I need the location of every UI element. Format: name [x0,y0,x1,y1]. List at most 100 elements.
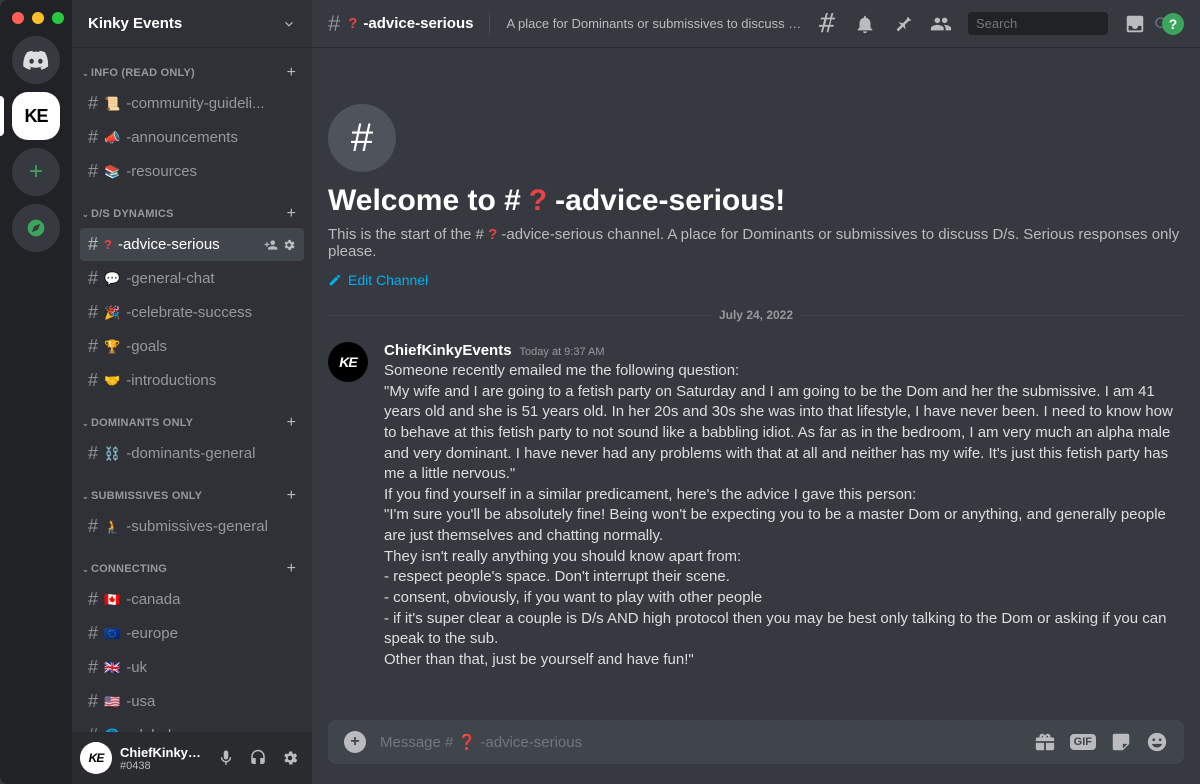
channel-item[interactable]: #📚-resources [80,155,304,188]
members-button[interactable] [930,13,952,35]
discord-logo-icon [23,50,49,70]
channel-label: -resources [126,163,296,180]
channel-item[interactable]: #🇺🇸-usa [80,685,304,718]
explore-servers-button[interactable] [12,204,60,252]
channel-item[interactable]: #⛓️-dominants-general [80,437,304,470]
category: ⌄ INFO (READ ONLY) + # 📜 -community-guideli.… [72,48,312,188]
channel-item[interactable]: #📣-announcements [80,121,304,154]
add-channel-button[interactable]: + [287,414,296,432]
channel-label: -community-guideli... [126,95,296,112]
channel-emoji-icon: 🤝 [104,373,120,389]
invite-icon[interactable] [264,238,278,252]
category-header[interactable]: ⌄ SUBMISSIVES ONLY+ [80,487,304,509]
hash-icon: # [88,268,98,289]
mute-button[interactable] [212,744,240,772]
divider [489,13,490,35]
channel-emoji-icon: 💬 [104,271,120,287]
user-tag: #0438 [120,760,204,772]
channel-emoji-icon: 📜 [104,96,120,112]
channel-item[interactable]: # 🇨🇦 -canada [80,583,304,616]
pinned-button[interactable] [892,13,914,35]
discord-home-button[interactable] [12,36,60,84]
channel-topic[interactable]: A place for Dominants or submissives to … [506,16,808,31]
user-avatar[interactable]: KE [80,742,112,774]
sticker-button[interactable] [1110,731,1132,753]
channel-item[interactable]: #?-advice-serious [80,228,304,261]
add-channel-button[interactable]: + [287,64,296,82]
welcome-hash-icon: # [328,104,396,172]
message-input-box[interactable]: + GIF [328,720,1184,764]
message-content: Someone recently emailed me the followin… [384,361,1184,670]
channel-sidebar: Kinky Events ⌄ INFO (READ ONLY) + # 📜 -commu… [72,0,312,784]
threads-button[interactable] [816,13,838,35]
add-server-button[interactable]: + [12,148,60,196]
channel-emoji-icon: 🇨🇦 [104,592,120,608]
hash-icon: # [88,370,98,391]
inbox-button[interactable] [1124,13,1146,35]
maximize-window-button[interactable] [52,12,64,24]
channel-emoji-icon: 🇬🇧 [104,660,120,676]
minimize-window-button[interactable] [32,12,44,24]
channel-list[interactable]: ⌄ INFO (READ ONLY) + # 📜 -community-guideli.… [72,48,312,732]
window-controls [12,12,64,24]
hash-icon: # [88,302,98,323]
threads-icon [816,13,838,35]
channel-item[interactable]: # 📜 -community-guideli... [80,87,304,120]
user-info: ChiefKinkyE... #0438 [120,745,204,772]
emoji-button[interactable] [1146,731,1168,753]
hash-icon: # [88,336,98,357]
hash-icon: # [88,589,98,610]
channel-item[interactable]: #🏆-goals [80,330,304,363]
chevron-icon: ⌄ [82,419,89,428]
channel-item[interactable]: # 🤝 -introductions [80,364,304,397]
search-box[interactable] [968,12,1108,35]
hash-icon: # [88,443,98,464]
message-author[interactable]: ChiefKinkyEvents [384,342,512,359]
attach-button[interactable]: + [344,731,366,753]
deafen-button[interactable] [244,744,272,772]
channel-item[interactable]: #💬-general-chat [80,262,304,295]
category-header[interactable]: ⌄ CONNECTING+ [80,560,304,582]
pin-icon [892,13,914,35]
add-channel-button[interactable]: + [287,205,296,223]
server-kinky-events[interactable]: KE [12,92,60,140]
notifications-button[interactable] [854,13,876,35]
channel-emoji-icon: 🏆 [104,339,120,355]
hash-icon: # [88,93,98,114]
edit-channel-link[interactable]: Edit Channel [328,272,428,288]
message-input[interactable] [380,734,1020,751]
hash-icon: # [328,11,340,37]
members-icon [930,13,952,35]
gear-icon[interactable] [282,238,296,252]
channel-item[interactable]: #🌐-global [80,719,304,732]
category-header[interactable]: ⌄ INFO (READ ONLY) + [80,64,304,86]
add-channel-button[interactable]: + [287,487,296,505]
close-window-button[interactable] [12,12,24,24]
message: KE ChiefKinkyEvents Today at 9:37 AM Som… [328,338,1184,674]
channel-item[interactable]: #🧎-submissives-general [80,510,304,543]
sticker-icon [1110,731,1132,753]
chevron-icon: ⌄ [82,492,89,501]
pencil-icon [328,273,342,287]
server-header[interactable]: Kinky Events [72,0,312,48]
channel-item[interactable]: #🎉-celebrate-success [80,296,304,329]
category-name: ⌄ DOMINANTS ONLY [82,417,193,429]
gif-button[interactable]: GIF [1070,734,1096,750]
channel-item[interactable]: #🇪🇺-europe [80,617,304,650]
help-button[interactable]: ? [1162,13,1184,35]
category-name: ⌄ INFO (READ ONLY) [82,67,195,79]
category-name: ⌄ D/S DYNAMICS [82,208,174,220]
channel-label: -introductions [126,372,296,389]
message-area[interactable]: # Welcome to # ? -advice-serious! This i… [312,48,1200,720]
channel-label: -canada [126,591,296,608]
category: ⌄ CONNECTING+#🇨🇦-canada#🇪🇺-europe#🇬🇧-uk#… [72,544,312,732]
category-header[interactable]: ⌄ DOMINANTS ONLY + [80,414,304,436]
channel-item[interactable]: #🇬🇧-uk [80,651,304,684]
add-channel-button[interactable]: + [287,560,296,578]
settings-button[interactable] [276,744,304,772]
message-avatar[interactable]: KE [328,342,368,382]
gift-button[interactable] [1034,731,1056,753]
category-header[interactable]: ⌄ D/S DYNAMICS + [80,205,304,227]
main-content: # ? -advice-serious A place for Dominant… [312,0,1200,784]
chevron-icon: ⌄ [82,565,89,574]
